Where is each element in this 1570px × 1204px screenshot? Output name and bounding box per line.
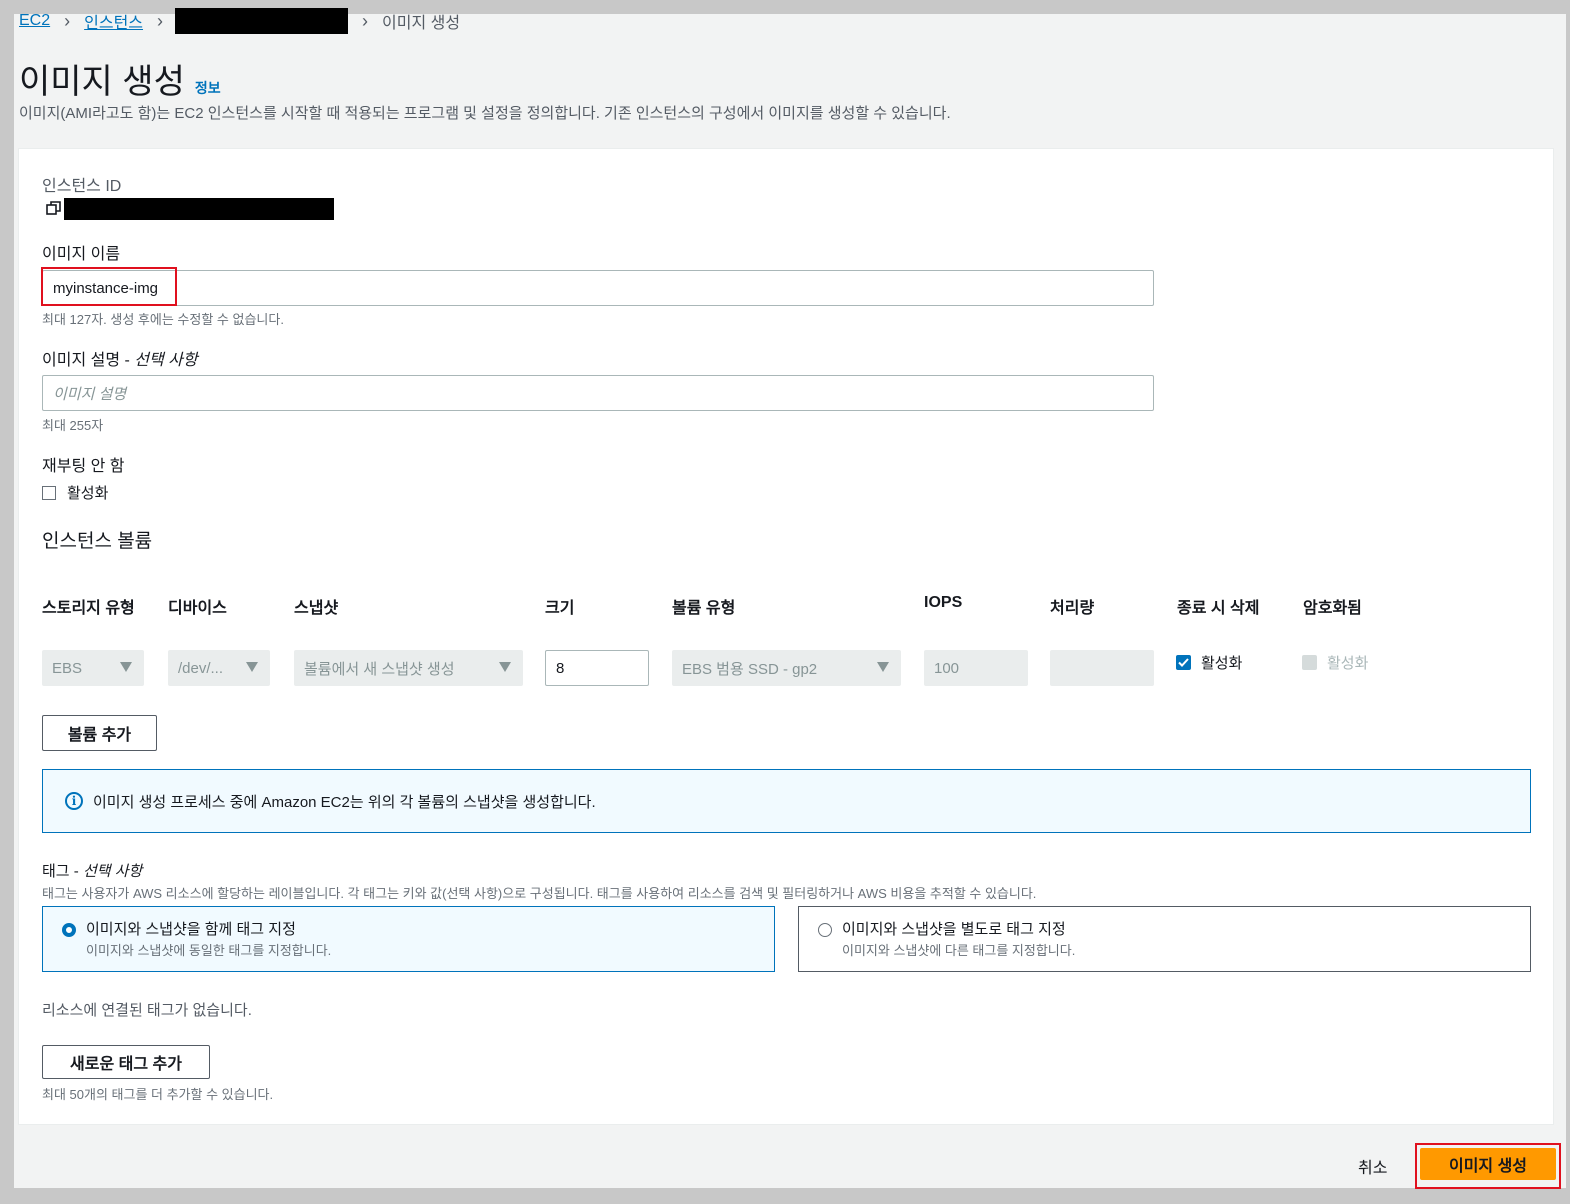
add-tag-hint: 최대 50개의 태그를 더 추가할 수 있습니다. — [42, 1087, 274, 1102]
tag-separate-option[interactable]: 이미지와 스냅샷을 별도로 태그 지정 이미지와 스냅샷에 다른 태그를 지정합… — [798, 906, 1531, 972]
optional-text: 선택 사항 — [82, 863, 143, 880]
tag-together-desc: 이미지와 스냅샷에 동일한 태그를 지정합니다. — [86, 943, 332, 958]
page-title: 이미지 생성 정보 — [19, 54, 221, 103]
page-title-text: 이미지 생성 — [19, 63, 185, 101]
tag-together-option[interactable]: 이미지와 스냅샷을 함께 태그 지정 이미지와 스냅샷에 동일한 태그를 지정합… — [42, 906, 775, 972]
tag-together-title: 이미지와 스냅샷을 함께 태그 지정 — [86, 921, 296, 938]
volume-type-select: EBS 범용 SSD - gp2 — [672, 650, 901, 686]
device-select: /dev/... — [168, 650, 270, 686]
breadcrumb: EC2 › 인스턴스 › › 이미지 생성 — [19, 8, 460, 34]
tags-label: 태그 - 선택 사항 — [42, 860, 142, 881]
col-device: 디바이스 — [168, 600, 227, 617]
breadcrumb-instances-link[interactable]: 인스턴스 — [84, 9, 143, 33]
col-storage-type: 스토리지 유형 — [42, 600, 135, 617]
encrypted-checkbox — [1302, 655, 1317, 670]
caret-down-icon — [120, 662, 132, 672]
delete-on-termination-checkbox[interactable] — [1176, 655, 1191, 670]
image-desc-input[interactable]: 이미지 설명 — [42, 375, 1154, 411]
col-delete-on-termination: 종료 시 삭제 — [1177, 600, 1260, 617]
caret-down-icon — [246, 662, 258, 672]
page-description: 이미지(AMI라고도 함)는 EC2 인스턴스를 시작할 때 적용되는 프로그램… — [19, 105, 951, 122]
delete-on-termination-label: 활성화 — [1201, 655, 1243, 672]
image-name-input[interactable]: myinstance-img — [42, 270, 1154, 306]
redacted-instance-id-value — [64, 198, 334, 220]
info-icon: i — [65, 792, 83, 810]
encrypted-label: 활성화 — [1327, 655, 1369, 672]
tags-description: 태그는 사용자가 AWS 리소스에 할당하는 레이블입니다. 각 태그는 키와 … — [42, 886, 1037, 901]
info-link[interactable]: 정보 — [195, 78, 221, 98]
info-alert-text: 이미지 생성 프로세스 중에 Amazon EC2는 위의 각 볼륨의 스냅샷을… — [93, 793, 596, 811]
image-desc-hint: 최대 255자 — [42, 418, 104, 433]
col-size: 크기 — [545, 600, 575, 617]
tag-separate-radio[interactable] — [818, 923, 832, 937]
add-volume-button[interactable]: 볼륨 추가 — [42, 715, 157, 751]
instance-id-label: 인스턴스 ID — [42, 178, 122, 195]
image-desc-label: 이미지 설명 - 선택 사항 — [42, 346, 198, 370]
image-name-hint: 최대 127자. 생성 후에는 수정할 수 없습니다. — [42, 312, 284, 327]
highlight-box — [41, 267, 177, 306]
volumes-section-title: 인스턴스 볼륨 — [42, 531, 153, 552]
copy-icon[interactable] — [46, 200, 62, 216]
iops-input: 100 — [924, 650, 1028, 686]
no-reboot-checkbox-label: 활성화 — [67, 485, 109, 502]
info-alert: i 이미지 생성 프로세스 중에 Amazon EC2는 위의 각 볼륨의 스냅… — [42, 769, 1531, 833]
storage-type-value: EBS — [52, 659, 83, 677]
breadcrumb-current: 이미지 생성 — [382, 15, 461, 32]
col-encrypted: 암호화됨 — [1303, 600, 1362, 617]
snapshot-value: 볼륨에서 새 스냅샷 생성 — [304, 660, 455, 678]
device-value: /dev/... — [178, 659, 224, 677]
image-desc-label-text: 이미지 설명 - — [42, 352, 135, 369]
tag-separate-title: 이미지와 스냅샷을 별도로 태그 지정 — [842, 921, 1066, 938]
no-reboot-label: 재부팅 안 함 — [42, 458, 125, 475]
tags-label-text: 태그 - — [42, 863, 83, 880]
caret-down-icon — [499, 662, 511, 672]
caret-down-icon — [877, 662, 889, 672]
col-throughput: 처리량 — [1050, 600, 1095, 617]
no-reboot-checkbox[interactable] — [42, 486, 56, 500]
tag-separate-desc: 이미지와 스냅샷에 다른 태그를 지정합니다. — [842, 943, 1076, 958]
image-name-label: 이미지 이름 — [42, 246, 121, 263]
col-volume-type: 볼륨 유형 — [672, 600, 736, 617]
tag-together-radio[interactable] — [62, 923, 76, 937]
col-iops: IOPS — [924, 594, 963, 611]
cancel-button[interactable]: 취소 — [1358, 1154, 1387, 1178]
optional-text: 선택 사항 — [134, 352, 198, 369]
redacted-instance-id[interactable] — [175, 8, 349, 34]
snapshot-select: 볼륨에서 새 스냅샷 생성 — [294, 650, 523, 686]
col-snapshot: 스냅샷 — [294, 600, 339, 617]
highlight-box — [1415, 1143, 1561, 1189]
breadcrumb-ec2-link[interactable]: EC2 — [19, 12, 50, 30]
add-tag-button[interactable]: 새로운 태그 추가 — [42, 1045, 210, 1079]
check-icon — [1178, 658, 1189, 667]
chevron-right-icon: › — [362, 10, 369, 31]
volume-type-value: EBS 범용 SSD - gp2 — [682, 660, 818, 678]
throughput-input — [1050, 650, 1154, 686]
size-input[interactable]: 8 — [545, 650, 649, 686]
chevron-right-icon: › — [64, 10, 71, 31]
storage-type-select: EBS — [42, 650, 144, 686]
chevron-right-icon: › — [157, 10, 164, 31]
no-tags-text: 리소스에 연결된 태그가 없습니다. — [42, 1002, 252, 1019]
